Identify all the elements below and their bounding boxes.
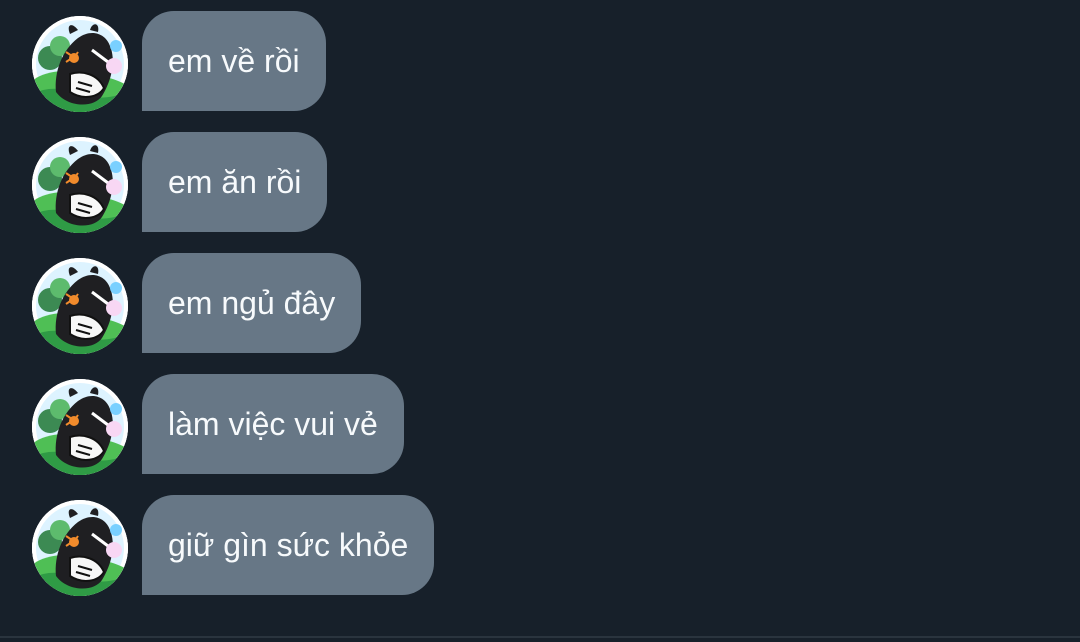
avatar-icon[interactable] (32, 258, 128, 354)
message-text: em ăn rồi (168, 163, 302, 200)
message-text: em về rồi (168, 42, 300, 79)
avatar-icon[interactable] (32, 16, 128, 112)
message-bubble[interactable]: làm việc vui vẻ (142, 374, 404, 474)
message-text: làm việc vui vẻ (168, 405, 378, 442)
message-text: em ngủ đây (168, 284, 336, 321)
chat-thread: em về rồi em ăn rồi em ngủ đây làm việc … (0, 0, 1080, 642)
message-bubble[interactable]: em ngủ đây (142, 253, 362, 353)
message-bubble[interactable]: em ăn rồi (142, 132, 328, 232)
avatar-icon[interactable] (32, 500, 128, 596)
message-bubble[interactable]: giữ gìn sức khỏe (142, 495, 435, 595)
avatar-icon[interactable] (32, 137, 128, 233)
avatar-icon[interactable] (32, 379, 128, 475)
message-text: giữ gìn sức khỏe (168, 526, 409, 563)
message-bubble[interactable]: em về rồi (142, 11, 326, 111)
bottom-divider (0, 636, 1080, 638)
